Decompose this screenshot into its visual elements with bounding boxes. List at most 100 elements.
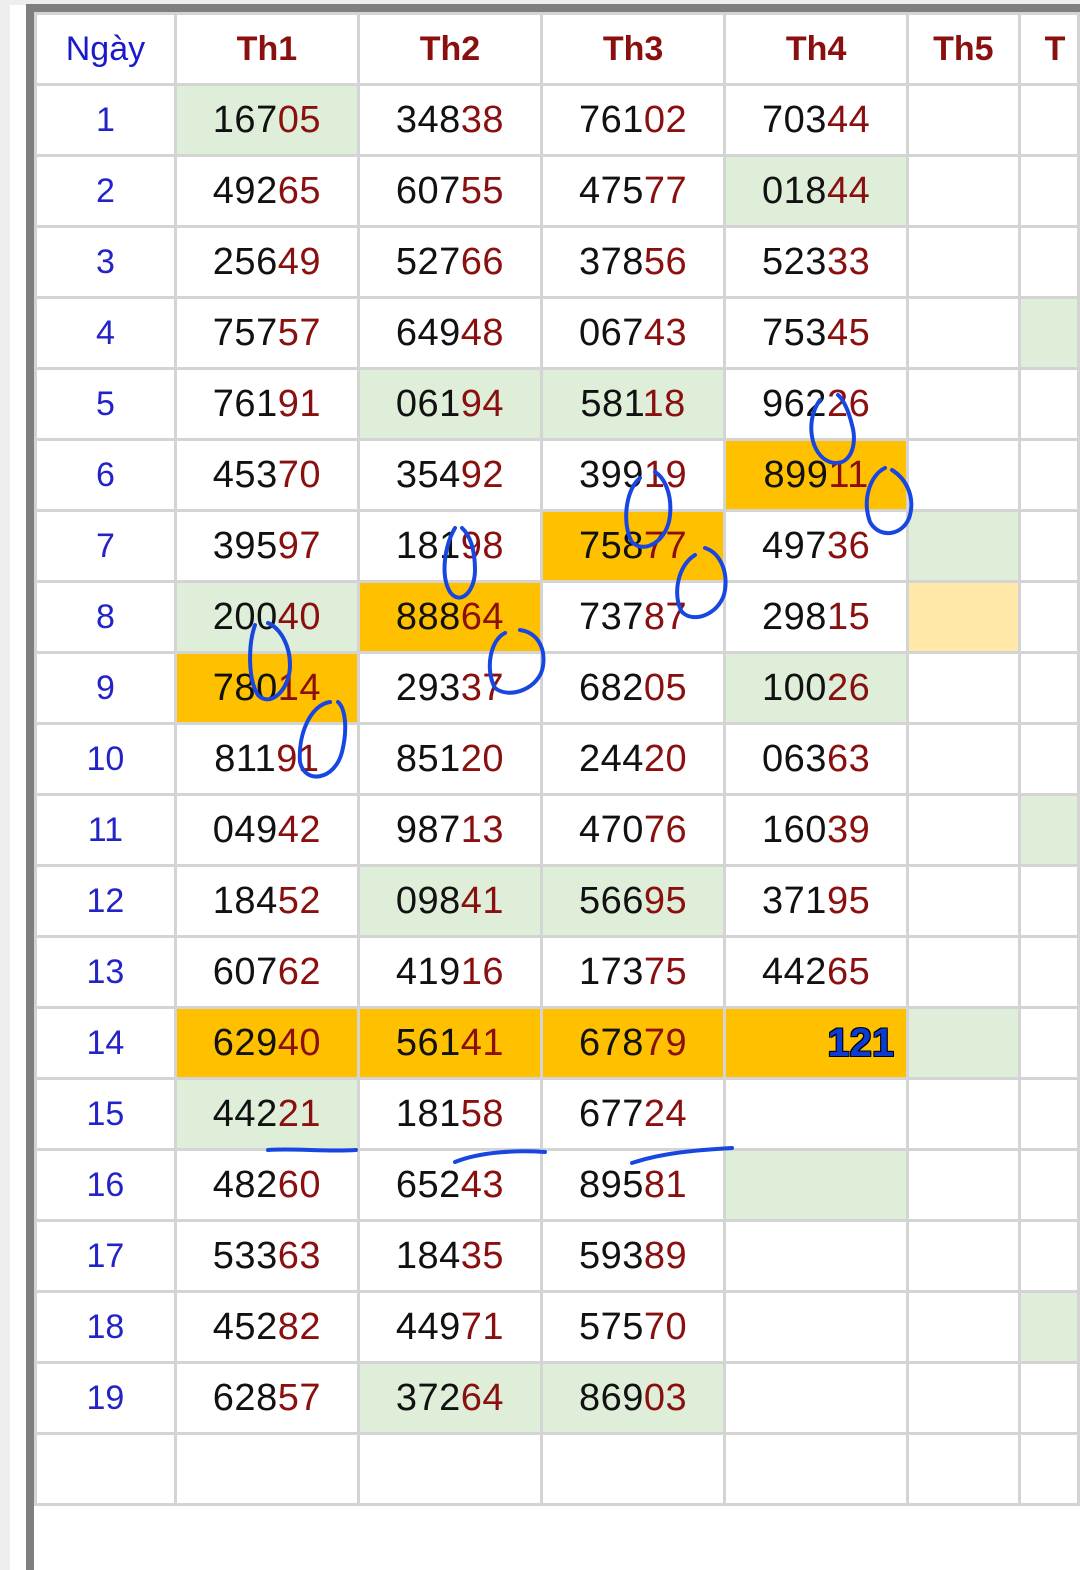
number-tail: 63 xyxy=(277,1234,321,1277)
day-cell: 8 xyxy=(34,580,177,654)
number-tail: 39 xyxy=(826,808,871,851)
number-tail: 49 xyxy=(277,240,321,283)
result-cell-th3 xyxy=(540,1432,727,1506)
result-cell-th3: 89581 xyxy=(540,1148,727,1222)
number-head: 419 xyxy=(395,950,461,993)
result-cell-th2: 37264 xyxy=(356,1361,544,1435)
number-head: 575 xyxy=(578,1305,644,1348)
number-head: 399 xyxy=(578,453,644,496)
number-head: 962 xyxy=(762,382,827,425)
number-tail: 13 xyxy=(460,808,505,851)
number-head: 780 xyxy=(212,666,278,709)
number-head: 561 xyxy=(395,1021,461,1064)
number-head: 184 xyxy=(395,1234,461,1277)
header-th1: Th1 xyxy=(173,12,360,86)
day-cell: 17 xyxy=(34,1219,177,1293)
header-row: Ngày Th1 Th2 Th3 Th4 Th5 T xyxy=(34,12,1080,86)
number-tail: 40 xyxy=(277,595,321,638)
day-cell: 11 xyxy=(34,793,177,867)
number-head: 173 xyxy=(578,950,644,993)
table-row: 5 76191 06194 58118 96226 xyxy=(34,367,1080,441)
number-head: 761 xyxy=(578,98,644,141)
result-cell-th1: 44221 xyxy=(173,1077,360,1151)
result-cell-th5 xyxy=(906,154,1021,228)
result-cell-th4: 121 xyxy=(723,1006,910,1080)
result-cell-th1: 45282 xyxy=(173,1290,360,1364)
result-cell-th6 xyxy=(1017,1148,1080,1222)
number-head: 098 xyxy=(395,879,461,922)
number-tail: 92 xyxy=(460,453,505,496)
number-head: 475 xyxy=(578,169,644,212)
table-row: 9 78014 29337 68205 10026 xyxy=(34,651,1080,725)
table-row: 19 62857 37264 86903 xyxy=(34,1361,1080,1435)
result-cell-th6 xyxy=(1017,83,1080,157)
result-cell-th4 xyxy=(723,1148,910,1222)
number-tail: 41 xyxy=(460,1021,505,1064)
table-frame-left xyxy=(26,4,34,1570)
result-cell-th5 xyxy=(906,296,1021,370)
number-tail: 26 xyxy=(826,666,871,709)
header-th5: Th5 xyxy=(906,12,1021,86)
result-cell-th2: 29337 xyxy=(356,651,544,725)
day-cell xyxy=(34,1432,177,1506)
number-head: 492 xyxy=(212,169,278,212)
number-tail: 52 xyxy=(277,879,321,922)
result-cell-th5 xyxy=(906,1148,1021,1222)
table-row: 6 45370 35492 39919 89911 xyxy=(34,438,1080,512)
table-row: 7 39597 18198 75877 49736 xyxy=(34,509,1080,583)
result-cell-th2: 85120 xyxy=(356,722,544,796)
table-frame-top xyxy=(26,4,1080,12)
result-cell-th1: 20040 xyxy=(173,580,360,654)
result-cell-th4 xyxy=(723,1432,910,1506)
number-head: 453 xyxy=(212,453,278,496)
result-cell-th3: 67879 xyxy=(540,1006,727,1080)
number-head: 737 xyxy=(578,595,644,638)
result-cell-th1: 39597 xyxy=(173,509,360,583)
result-cell-th6 xyxy=(1017,864,1080,938)
number-tail: 24 xyxy=(643,1092,688,1135)
result-cell-th5 xyxy=(906,1006,1021,1080)
number-head: 652 xyxy=(395,1163,461,1206)
header-day: Ngày xyxy=(34,12,177,86)
day-cell: 3 xyxy=(34,225,177,299)
table-row xyxy=(34,1432,1080,1506)
table-row: 4 75757 64948 06743 75345 xyxy=(34,296,1080,370)
table-row: 15 44221 18158 67724 xyxy=(34,1077,1080,1151)
number-tail: 81 xyxy=(643,1163,688,1206)
result-cell-th4: 89911 xyxy=(723,438,910,512)
number-tail: 45 xyxy=(826,311,871,354)
result-cell-th1: 78014 xyxy=(173,651,360,725)
number-tail: 58 xyxy=(460,1092,505,1135)
result-cell-th4: 10026 xyxy=(723,651,910,725)
result-cell-th3: 37856 xyxy=(540,225,727,299)
result-cell-th2: 18435 xyxy=(356,1219,544,1293)
number-head: 987 xyxy=(395,808,461,851)
result-cell-th5 xyxy=(906,438,1021,512)
day-cell: 13 xyxy=(34,935,177,1009)
number-tail: 20 xyxy=(643,737,688,780)
result-cell-th6 xyxy=(1017,1432,1080,1506)
result-cell-th4: 37195 xyxy=(723,864,910,938)
number-tail: 21 xyxy=(277,1092,321,1135)
table-row: 8 20040 88864 73787 29815 xyxy=(34,580,1080,654)
number-tail: 35 xyxy=(460,1234,505,1277)
result-cell-th1: 81191 xyxy=(173,722,360,796)
number-tail: 70 xyxy=(643,1305,688,1348)
result-cell-th3: 56695 xyxy=(540,864,727,938)
result-cell-th4 xyxy=(723,1290,910,1364)
day-cell: 12 xyxy=(34,864,177,938)
result-cell-th6 xyxy=(1017,935,1080,1009)
number-head: 677 xyxy=(578,1092,644,1135)
table-row: 12 18452 09841 56695 37195 xyxy=(34,864,1080,938)
result-cell-th2: 18158 xyxy=(356,1077,544,1151)
result-cell-th1: 04942 xyxy=(173,793,360,867)
number-tail: 75 xyxy=(643,950,688,993)
number-tail: 18 xyxy=(642,382,686,425)
number-head: 184 xyxy=(212,879,278,922)
number-head: 533 xyxy=(212,1234,278,1277)
number-head: 067 xyxy=(578,311,644,354)
number-tail: 91 xyxy=(277,382,321,425)
results-table: Ngày Th1 Th2 Th3 Th4 Th5 T 1 16705 34838 76… xyxy=(34,12,1080,1506)
number-tail: 57 xyxy=(277,311,321,354)
number-head: 348 xyxy=(395,98,461,141)
